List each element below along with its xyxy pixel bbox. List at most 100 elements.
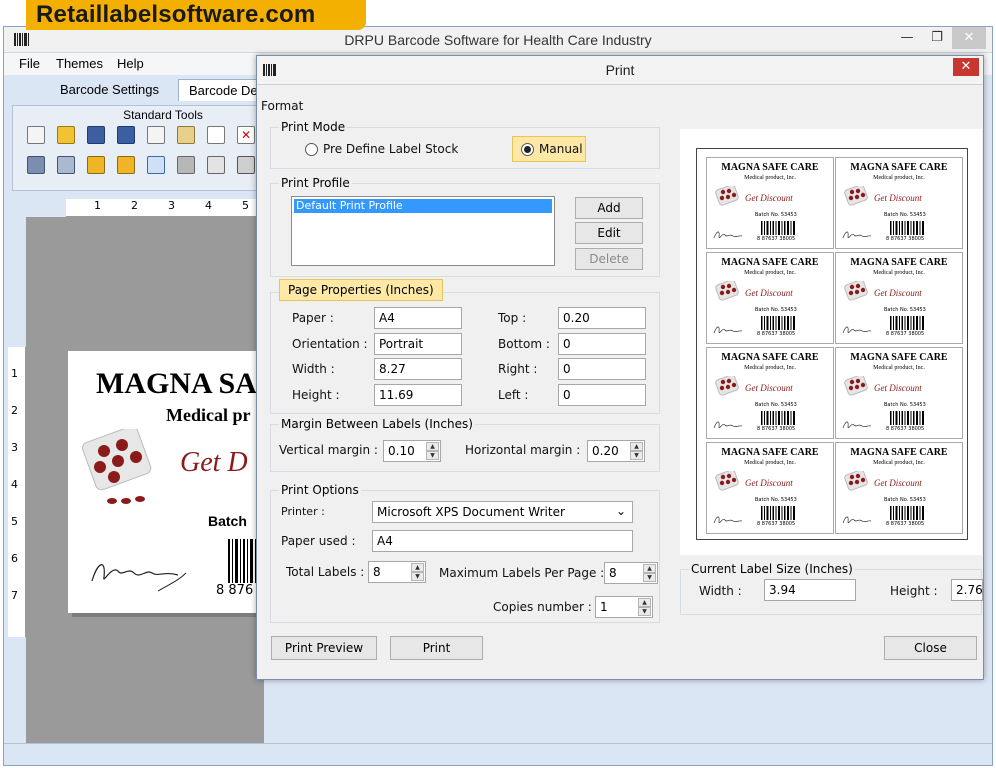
edit-profile-button[interactable]: Edit: [575, 222, 643, 244]
printer-label: Printer :: [281, 505, 325, 518]
barcode-graphic: [890, 316, 924, 330]
spin-down-icon[interactable]: ▼: [411, 572, 424, 581]
vertical-margin-stepper[interactable]: 0.10 ▲ ▼: [383, 440, 441, 462]
menu-themes[interactable]: Themes: [56, 56, 103, 71]
spin-down-icon[interactable]: ▼: [426, 451, 439, 460]
restore-button[interactable]: ❐: [922, 27, 952, 49]
label-height-label: Height :: [890, 584, 938, 598]
spin-down-icon[interactable]: ▼: [638, 607, 651, 616]
left-margin-field[interactable]: 0: [558, 384, 646, 406]
pill-blister-icon: [715, 186, 739, 206]
page-width-field[interactable]: 8.27: [374, 358, 462, 380]
print-options-title: Print Options: [279, 483, 361, 497]
preview-label-product: Medical product, Inc.: [744, 365, 796, 371]
orientation-field[interactable]: Portrait: [374, 333, 462, 355]
copies-number-label: Copies number :: [493, 600, 592, 614]
grid-icon[interactable]: [147, 156, 165, 174]
preview-label-batch: Batch No. 53453: [884, 402, 926, 408]
cut-icon[interactable]: [207, 126, 225, 144]
minimize-button[interactable]: —: [892, 27, 922, 49]
label-width-label: Width :: [699, 584, 742, 598]
ruler-left-mark: 5: [11, 515, 18, 528]
canvas-label-company: MAGNA SA: [96, 367, 257, 400]
bring-front-icon[interactable]: [27, 156, 45, 174]
spin-up-icon[interactable]: ▲: [426, 442, 439, 451]
ruler-left-mark: 2: [11, 404, 18, 417]
page-height-field[interactable]: 11.69: [374, 384, 462, 406]
unlock-icon[interactable]: [117, 156, 135, 174]
print-button[interactable]: Print: [390, 636, 483, 660]
total-labels-stepper[interactable]: 8 ▲ ▼: [368, 561, 426, 583]
site-watermark-banner: Retaillabelsoftware.com: [26, 0, 366, 30]
close-button[interactable]: Close: [884, 636, 977, 660]
printer-select[interactable]: Microsoft XPS Document Writer ⌄: [372, 501, 633, 523]
preview-label: MAGNA SAFE CARE Medical product, Inc. Ge…: [706, 442, 834, 534]
main-close-button[interactable]: ✕: [952, 27, 986, 49]
label-height-field[interactable]: 2.76: [951, 579, 983, 601]
vertical-margin-label: Vertical margin :: [279, 443, 378, 457]
bottom-margin-field[interactable]: 0: [558, 333, 646, 355]
ruler-top-mark: 1: [94, 199, 101, 212]
print-dialog: Print ✕ Format Print Mode Pre Define Lab…: [256, 55, 984, 680]
export-image-icon[interactable]: [207, 156, 225, 174]
preview-label-company: MAGNA SAFE CARE: [850, 447, 948, 458]
save-icon[interactable]: [87, 126, 105, 144]
radio-manual[interactable]: [521, 143, 534, 156]
top-margin-field[interactable]: 0.20: [558, 307, 646, 329]
preview-label-product: Medical product, Inc.: [873, 270, 925, 276]
delete-profile-button[interactable]: Delete: [575, 248, 643, 270]
send-back-icon[interactable]: [57, 156, 75, 174]
spin-up-icon[interactable]: ▲: [643, 564, 656, 573]
canvas-label[interactable]: MAGNA SA Medical pr Get D Batch 8 876: [68, 351, 268, 613]
right-margin-field[interactable]: 0: [558, 358, 646, 380]
ruler-top-mark: 5: [242, 199, 249, 212]
spin-up-icon[interactable]: ▲: [638, 598, 651, 607]
save-as-icon[interactable]: [117, 126, 135, 144]
preview-label-discount: Get Discount: [874, 383, 922, 393]
spin-up-icon[interactable]: ▲: [630, 442, 643, 451]
preview-label-discount: Get Discount: [745, 193, 793, 203]
preview-label-discount: Get Discount: [745, 288, 793, 298]
max-labels-per-page-value: 8: [609, 566, 617, 580]
add-profile-button[interactable]: Add: [575, 197, 643, 219]
preview-label: MAGNA SAFE CARE Medical product, Inc. Ge…: [706, 157, 834, 249]
preview-label-company: MAGNA SAFE CARE: [721, 447, 819, 458]
preview-label-product: Medical product, Inc.: [873, 460, 925, 466]
spin-down-icon[interactable]: ▼: [643, 573, 656, 582]
preview-label-product: Medical product, Inc.: [873, 365, 925, 371]
print-profile-list[interactable]: Default Print Profile: [291, 196, 555, 266]
tab-barcode-settings[interactable]: Barcode Settings: [50, 79, 169, 101]
vertical-margin-value: 0.10: [388, 444, 415, 458]
open-icon[interactable]: [57, 126, 75, 144]
database-icon[interactable]: [177, 156, 195, 174]
preview-label-product: Medical product, Inc.: [873, 175, 925, 181]
horizontal-margin-stepper[interactable]: 0.20 ▲ ▼: [587, 440, 645, 462]
pill-blister-icon: [715, 376, 739, 396]
dialog-close-icon[interactable]: ✕: [953, 58, 979, 76]
spin-up-icon[interactable]: ▲: [411, 563, 424, 572]
paste-icon[interactable]: [177, 126, 195, 144]
copies-number-stepper[interactable]: 1 ▲ ▼: [595, 596, 653, 618]
new-icon[interactable]: [27, 126, 45, 144]
preview-label-batch: Batch No. 53453: [755, 402, 797, 408]
paper-field[interactable]: A4: [374, 307, 462, 329]
menu-help[interactable]: Help: [117, 56, 144, 71]
preview-label-discount: Get Discount: [874, 478, 922, 488]
print-preview-button[interactable]: Print Preview: [271, 636, 377, 660]
delete-icon[interactable]: ✕: [237, 126, 255, 144]
signature-graphic: [713, 231, 743, 239]
label-width-field[interactable]: 3.94: [764, 579, 856, 601]
copy-icon[interactable]: [147, 126, 165, 144]
printer-icon[interactable]: [237, 156, 255, 174]
preview-label-discount: Get Discount: [874, 288, 922, 298]
max-labels-per-page-stepper[interactable]: 8 ▲ ▼: [604, 562, 658, 584]
paper-used-field[interactable]: A4: [372, 530, 633, 552]
ruler-left-mark: 1: [11, 367, 18, 380]
width-label: Width :: [292, 362, 335, 376]
ruler-left-mark: 6: [11, 552, 18, 565]
menu-file[interactable]: File: [19, 56, 40, 71]
spin-down-icon[interactable]: ▼: [630, 451, 643, 460]
lock-icon[interactable]: [87, 156, 105, 174]
profile-list-item[interactable]: Default Print Profile: [294, 199, 552, 213]
radio-predefine-label-stock[interactable]: [305, 143, 318, 156]
